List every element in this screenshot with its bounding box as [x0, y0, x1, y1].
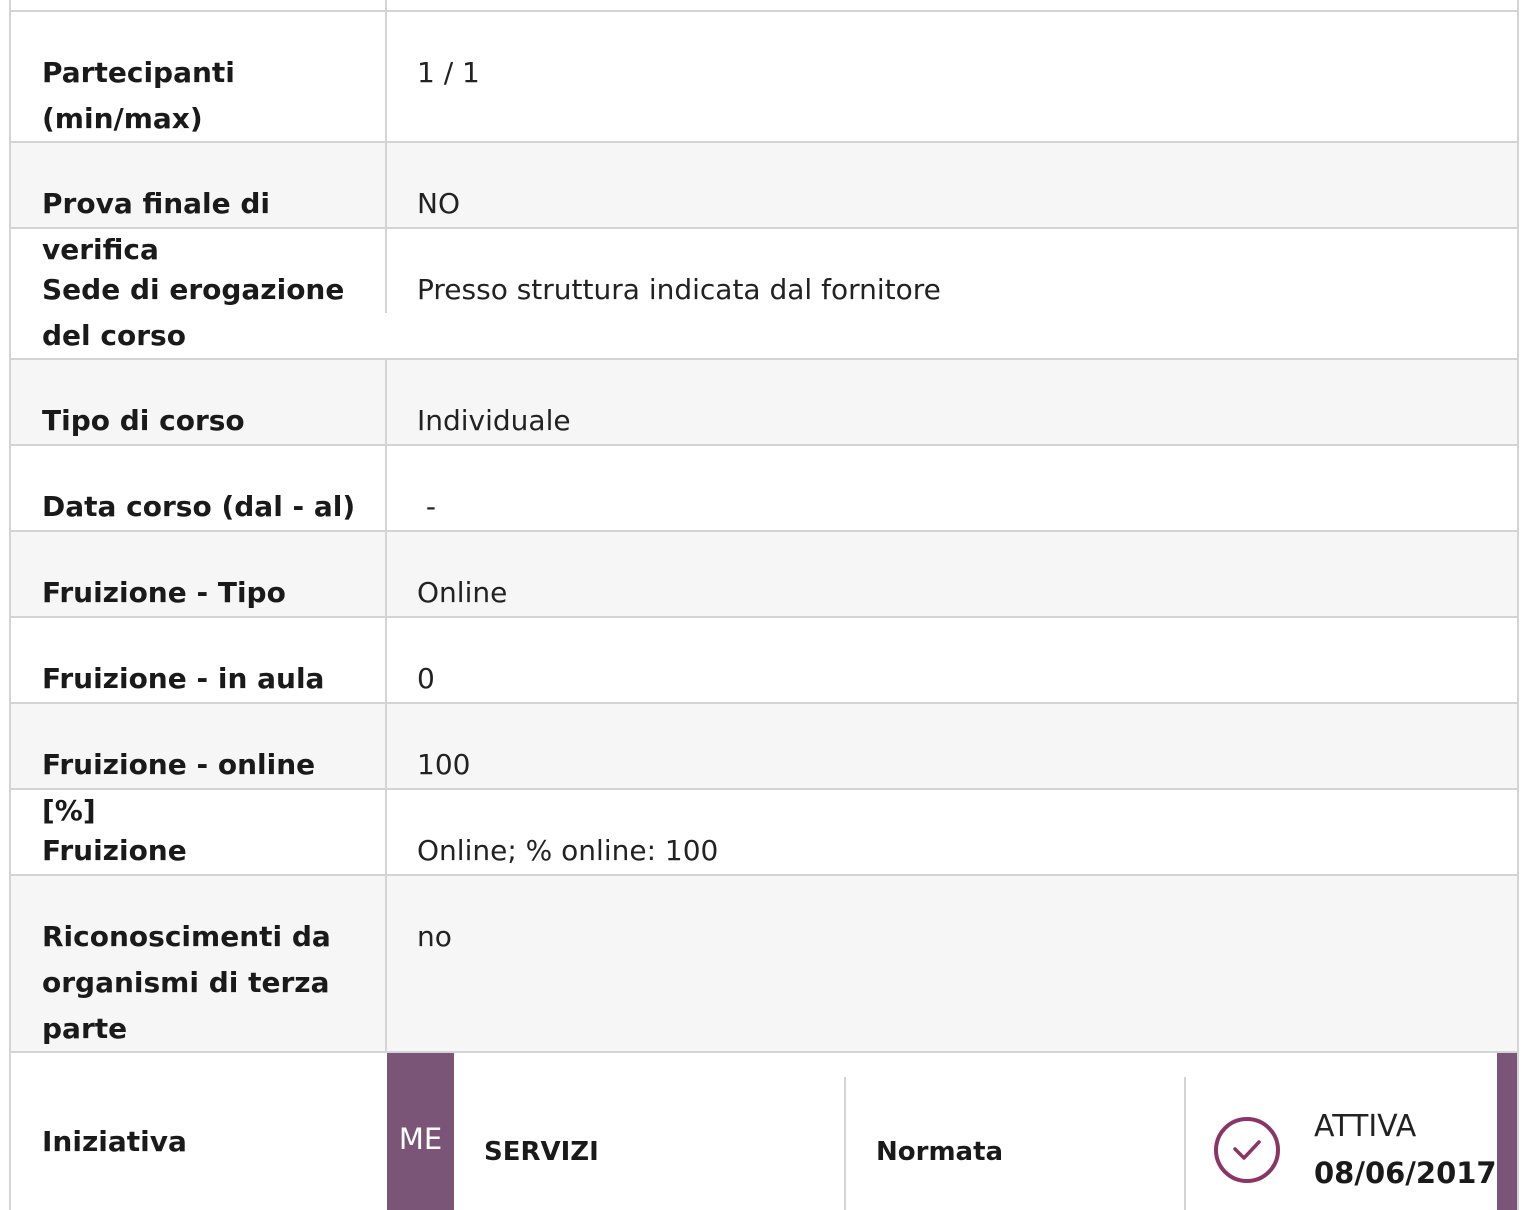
iniziativa-type: Normata — [844, 1077, 1184, 1210]
iniziativa-card[interactable]: ME SERVIZI Normata ATTIVA 08/06/2017 — [387, 1053, 1517, 1210]
row-label: Fruizione - Tipo — [11, 532, 387, 616]
row-label: Fruizione - in aula [%] — [11, 618, 387, 741]
row-value: 1 / 1 — [417, 56, 480, 89]
row-label: Fruizione - online [%] — [11, 704, 387, 827]
row-value: NO — [417, 187, 460, 220]
row-label: Sede di erogazione del corso — [42, 273, 345, 352]
row-value: 0 — [417, 662, 435, 695]
row-label: Tipo di corso — [11, 360, 387, 444]
row-label: Fruizione — [11, 790, 387, 874]
row-label: Riconoscimenti da organismi di terza par… — [11, 876, 387, 1051]
row-value: Online; % online: 100 — [417, 834, 719, 867]
row-value: 100 — [417, 748, 471, 781]
row-label-empty — [11, 0, 387, 10]
table-row: Fruizione - online [%] 100 — [11, 704, 1517, 827]
table-row: Sede di erogazione del corso Presso stru… — [11, 229, 1517, 360]
check-circle-icon — [1214, 1116, 1280, 1183]
table-row-top-edge — [11, 0, 1517, 12]
status-badge: ATTIVA — [1314, 1108, 1417, 1144]
table-row: Prova finale di verifica NO — [11, 143, 1517, 266]
row-value: - — [417, 490, 437, 523]
accent-bar — [1497, 1053, 1517, 1210]
table-row: Fruizione - Tipo Online — [11, 532, 1517, 618]
status-text: ATTIVA 08/06/2017 — [1314, 1104, 1497, 1196]
table-row: Fruizione Online; % online: 100 — [11, 790, 1517, 876]
row-label: Partecipanti (min/max) — [11, 12, 387, 141]
table-row: Fruizione - in aula [%] 0 — [11, 618, 1517, 741]
table-row: Partecipanti (min/max) 1 / 1 — [11, 12, 1517, 143]
category-badge: ME — [387, 1053, 454, 1210]
row-label: Data corso (dal - al) — [11, 446, 387, 530]
iniziativa-label: Iniziativa — [42, 1125, 187, 1158]
category-name: SERVIZI — [484, 1136, 599, 1167]
row-value: Online — [417, 576, 508, 609]
row-value: Presso struttura indicata dal fornitore — [385, 229, 1517, 313]
table-row: Data corso (dal - al) - — [11, 446, 1517, 532]
table-row: Tipo di corso Individuale — [11, 360, 1517, 446]
row-label: Prova finale di verifica — [11, 143, 387, 266]
table-row: Riconoscimenti da organismi di terza par… — [11, 876, 1517, 1053]
iniziativa-row: Iniziativa ME SERVIZI Normata ATTIVA 08/… — [11, 1053, 1517, 1210]
row-value-empty — [387, 0, 1517, 10]
row-value: no — [417, 920, 452, 953]
status-date: 08/06/2017 — [1314, 1155, 1497, 1190]
status-block: ATTIVA 08/06/2017 — [1184, 1077, 1497, 1210]
course-details-table: Partecipanti (min/max) 1 / 1 Prova final… — [9, 0, 1519, 1210]
row-value: Individuale — [417, 404, 571, 437]
